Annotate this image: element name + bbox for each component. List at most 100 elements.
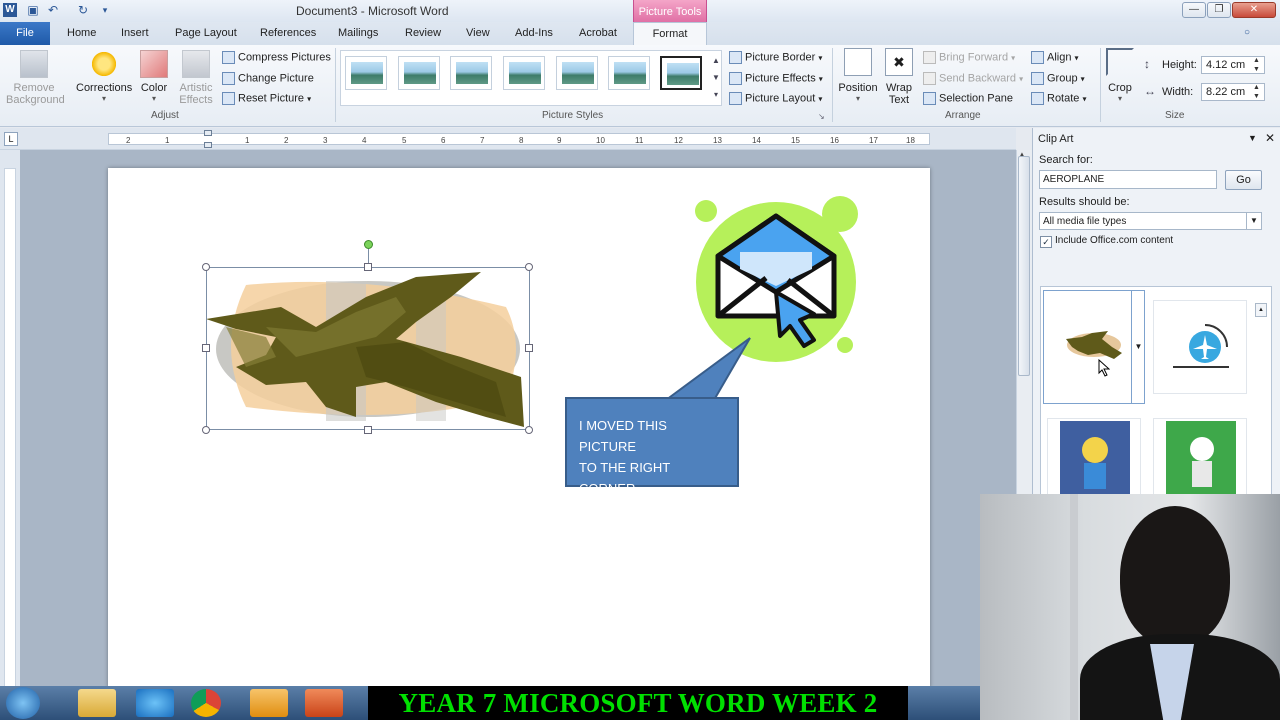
redo-icon[interactable]: ↻ bbox=[76, 3, 90, 17]
wrap-text-button[interactable]: ✖ Wrap Text bbox=[882, 48, 916, 110]
picture-style-7[interactable] bbox=[660, 56, 702, 90]
resize-handle-n[interactable] bbox=[364, 263, 372, 271]
picture-style-3[interactable] bbox=[450, 56, 492, 90]
tab-file[interactable]: File bbox=[0, 22, 50, 45]
ruler-number: 5 bbox=[402, 136, 407, 145]
vertical-ruler[interactable] bbox=[4, 168, 16, 688]
tab-mailings[interactable]: Mailings bbox=[338, 27, 378, 39]
undo-icon[interactable]: ↶ bbox=[46, 3, 60, 17]
group-button[interactable]: Group ▾ bbox=[1031, 72, 1085, 85]
clip-result-airplane-camo[interactable] bbox=[1043, 290, 1145, 404]
picture-layout-button[interactable]: Picture Layout ▾ bbox=[729, 92, 822, 105]
picture-style-6[interactable] bbox=[608, 56, 650, 90]
callout-textbox[interactable]: I MOVED THIS PICTURE TO THE RIGHT CORNER bbox=[565, 397, 739, 496]
clip-art-search-input[interactable]: AEROPLANE bbox=[1039, 170, 1217, 189]
powerpoint-icon[interactable] bbox=[305, 689, 343, 717]
corrections-button[interactable]: Corrections ▾ bbox=[76, 50, 132, 110]
tab-format[interactable]: Format bbox=[633, 22, 707, 46]
internet-explorer-icon[interactable] bbox=[136, 689, 174, 717]
clip-result-boy-paper-plane-blue[interactable] bbox=[1047, 418, 1141, 496]
scroll-up-icon[interactable]: ▲ bbox=[1255, 303, 1267, 317]
include-office-checkbox[interactable]: ✓ bbox=[1040, 236, 1052, 248]
help-icon[interactable]: ○ bbox=[1244, 27, 1250, 38]
artistic-effects-icon bbox=[182, 50, 210, 78]
resize-handle-e[interactable] bbox=[525, 344, 533, 352]
windows-start-icon[interactable] bbox=[6, 687, 40, 719]
clip-result-dropdown-icon[interactable]: ▼ bbox=[1131, 290, 1145, 404]
tab-references[interactable]: References bbox=[260, 27, 316, 39]
send-backward-button[interactable]: Send Backward ▾ bbox=[923, 72, 1023, 85]
indent-marker-icon[interactable] bbox=[204, 130, 212, 136]
restore-button[interactable]: ❐ bbox=[1207, 2, 1231, 18]
chrome-icon[interactable] bbox=[191, 689, 221, 717]
close-button[interactable]: ✕ bbox=[1232, 2, 1276, 18]
clip-result-boy-paper-plane-green[interactable] bbox=[1153, 418, 1247, 496]
color-button[interactable]: Color ▾ bbox=[136, 50, 172, 110]
resize-handle-ne[interactable] bbox=[525, 263, 533, 271]
picture-border-button[interactable]: Picture Border ▾ bbox=[729, 51, 822, 64]
rotation-handle[interactable] bbox=[364, 240, 373, 249]
picture-layout-icon bbox=[729, 92, 742, 105]
tab-review[interactable]: Review bbox=[405, 27, 441, 39]
tab-page-layout[interactable]: Page Layout bbox=[175, 27, 237, 39]
clip-art-search-value: AEROPLANE bbox=[1043, 174, 1105, 185]
picture-style-2[interactable] bbox=[398, 56, 440, 90]
bring-forward-button[interactable]: Bring Forward ▾ bbox=[923, 51, 1015, 64]
rotate-button[interactable]: Rotate ▾ bbox=[1031, 92, 1087, 105]
tab-selector-icon[interactable]: L bbox=[4, 132, 18, 146]
picture-style-4[interactable] bbox=[503, 56, 545, 90]
clip-result-airplane-circle[interactable] bbox=[1153, 300, 1247, 394]
horizontal-ruler[interactable]: 2 1 1 2 3 4 5 6 7 8 9 10 11 12 13 14 15 … bbox=[108, 130, 930, 148]
selection-pane-button[interactable]: Selection Pane bbox=[923, 92, 1013, 105]
align-button[interactable]: Align ▾ bbox=[1031, 51, 1079, 64]
chevron-down-icon[interactable]: ▼ bbox=[1246, 213, 1261, 229]
resize-handle-sw[interactable] bbox=[202, 426, 210, 434]
reset-picture-button[interactable]: Reset Picture ▾ bbox=[222, 92, 311, 105]
media-type-value: All media file types bbox=[1043, 216, 1127, 227]
tab-home[interactable]: Home bbox=[67, 27, 96, 39]
go-button[interactable]: Go bbox=[1225, 170, 1262, 190]
tab-acrobat[interactable]: Acrobat bbox=[579, 27, 617, 39]
hanging-indent-marker-icon[interactable] bbox=[204, 142, 212, 148]
clip-results-scrollbar[interactable]: ▲ bbox=[1255, 303, 1267, 493]
save-icon[interactable]: ▣ bbox=[26, 3, 40, 17]
picture-border-label: Picture Border bbox=[745, 51, 816, 64]
align-label: Align bbox=[1047, 51, 1072, 64]
crop-button[interactable]: Crop ▾ bbox=[1104, 48, 1136, 110]
remove-background-icon bbox=[20, 50, 48, 78]
adjust-group-label: Adjust bbox=[151, 110, 179, 121]
tab-add-ins[interactable]: Add-Ins bbox=[515, 27, 553, 39]
file-explorer-icon[interactable] bbox=[78, 689, 116, 717]
picture-effects-button[interactable]: Picture Effects ▾ bbox=[729, 72, 823, 85]
customize-qat-icon[interactable]: ▾ bbox=[98, 3, 112, 17]
ruler-number: 7 bbox=[480, 136, 485, 145]
tab-view[interactable]: View bbox=[466, 27, 490, 39]
picture-style-1[interactable] bbox=[345, 56, 387, 90]
resize-handle-w[interactable] bbox=[202, 344, 210, 352]
minimize-button[interactable]: — bbox=[1182, 2, 1206, 18]
media-type-select[interactable]: All media file types bbox=[1039, 212, 1262, 230]
artistic-effects-button[interactable]: Artistic Effects bbox=[174, 50, 218, 110]
tab-insert[interactable]: Insert bbox=[121, 27, 149, 39]
pane-options-icon[interactable]: ▼ bbox=[1248, 133, 1257, 143]
outlook-icon[interactable] bbox=[250, 689, 288, 717]
height-spinner-icon[interactable]: ▲ ▼ bbox=[1253, 56, 1260, 74]
picture-style-5[interactable] bbox=[556, 56, 598, 90]
resize-handle-s[interactable] bbox=[364, 426, 372, 434]
word-app-icon[interactable]: W bbox=[3, 3, 17, 17]
position-button[interactable]: Position ▾ bbox=[836, 48, 880, 110]
gallery-scroll[interactable]: ▲ ▼ ▾ bbox=[710, 52, 722, 104]
change-picture-button[interactable]: Change Picture bbox=[222, 72, 314, 85]
picture-styles-dialog-launcher-icon[interactable]: ↘ bbox=[818, 112, 825, 121]
change-picture-icon bbox=[222, 72, 235, 85]
width-spinner-icon[interactable]: ▲ ▼ bbox=[1253, 83, 1260, 101]
callout-pointer bbox=[662, 337, 751, 401]
pane-close-icon[interactable]: ✕ bbox=[1265, 131, 1275, 145]
resize-handle-nw[interactable] bbox=[202, 263, 210, 271]
scrollbar-thumb[interactable] bbox=[1018, 156, 1030, 376]
compress-pictures-button[interactable]: Compress Pictures bbox=[222, 51, 331, 64]
picture-selection-frame[interactable] bbox=[206, 267, 530, 430]
remove-background-button[interactable]: Remove Background bbox=[6, 50, 65, 110]
picture-effects-icon bbox=[729, 72, 742, 85]
resize-handle-se[interactable] bbox=[525, 426, 533, 434]
